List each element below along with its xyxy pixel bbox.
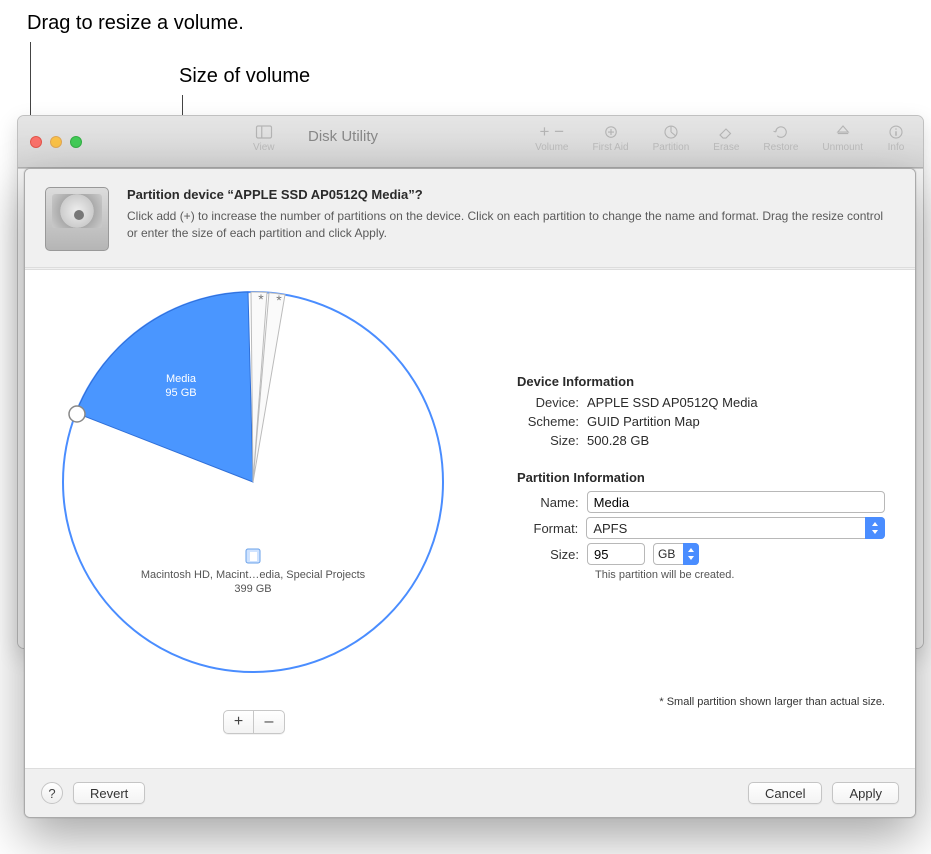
slice-label-main-size: 399 GB	[234, 583, 271, 595]
annotation-size: Size of volume	[179, 65, 310, 88]
small-partition-footnote: * Small partition shown larger than actu…	[659, 696, 885, 708]
slice-label-name: Media	[166, 373, 197, 385]
window-traffic-lights[interactable]	[30, 136, 82, 148]
annotation-resize: Drag to resize a volume.	[27, 12, 244, 35]
chevron-updown-icon	[683, 543, 699, 565]
toolbar-view[interactable]: View	[253, 122, 275, 153]
toolbar-restore[interactable]: Restore	[763, 122, 798, 153]
info-icon	[887, 123, 905, 141]
slice-label-size: 95 GB	[165, 387, 196, 399]
window-close-button[interactable]	[30, 136, 42, 148]
sheet-title: Partition device “APPLE SSD AP0512Q Medi…	[127, 187, 887, 202]
apply-button[interactable]: Apply	[832, 782, 899, 804]
partition-info-header: Partition Information	[517, 470, 885, 485]
scheme-value: GUID Partition Map	[587, 414, 885, 429]
scheme-label: Scheme:	[517, 414, 587, 429]
toolbar-firstaid-label: First Aid	[592, 142, 628, 153]
size-unit-select[interactable]: GB	[653, 543, 699, 565]
toolbar-partition-label: Partition	[653, 142, 690, 153]
name-label: Name:	[517, 495, 587, 510]
toolbar-erase-label: Erase	[713, 142, 739, 153]
toolbar-volume-label: Volume	[535, 142, 568, 153]
toolbar-partition[interactable]: Partition	[653, 122, 690, 153]
partition-size-input[interactable]	[587, 543, 645, 565]
partition-sheet: Partition device “APPLE SSD AP0512Q Medi…	[24, 168, 916, 818]
format-select[interactable]: APFS	[586, 517, 885, 539]
toolbar-firstaid[interactable]: First Aid	[592, 122, 628, 153]
device-label: Device:	[517, 395, 587, 410]
harddrive-icon	[45, 187, 109, 251]
toolbar-restore-label: Restore	[763, 142, 798, 153]
small-partition-asterisk: *	[258, 291, 264, 307]
toolbar-erase[interactable]: Erase	[713, 122, 739, 153]
add-partition-button[interactable]: +	[224, 711, 254, 733]
piechart-icon	[662, 123, 680, 141]
toolbar-volume[interactable]: + − Volume	[535, 122, 568, 153]
window-zoom-button[interactable]	[70, 136, 82, 148]
revert-button[interactable]: Revert	[73, 782, 145, 804]
sheet-header: Partition device “APPLE SSD AP0512Q Medi…	[25, 169, 915, 268]
device-info-header: Device Information	[517, 374, 885, 389]
sheet-footer: ? Revert Cancel Apply	[25, 769, 915, 817]
eraser-icon	[717, 123, 735, 141]
window-minimize-button[interactable]	[50, 136, 62, 148]
chevron-updown-icon	[865, 517, 885, 539]
remove-partition-button[interactable]: –	[254, 711, 284, 733]
window-title: Disk Utility	[308, 128, 378, 145]
device-value: APPLE SSD AP0512Q Media	[587, 395, 885, 410]
resize-handle[interactable]	[69, 406, 85, 422]
sheet-description: Click add (+) to increase the number of …	[127, 208, 887, 242]
toolbar-unmount-label: Unmount	[822, 142, 863, 153]
toolbar-view-label: View	[253, 142, 275, 153]
slice-label-main-name: Macintosh HD, Macint…edia, Special Proje…	[141, 569, 366, 581]
toolbar-info[interactable]: Info	[887, 122, 905, 153]
partition-pie-chart[interactable]: * * Media 95 GB Macintosh HD, Macint…edi…	[53, 282, 453, 682]
format-select-value: APFS	[593, 521, 627, 536]
eject-icon	[834, 123, 852, 141]
toolbar-info-label: Info	[888, 142, 905, 153]
sheet-body: * * Media 95 GB Macintosh HD, Macint…edi…	[25, 269, 915, 769]
partition-status-note: This partition will be created.	[595, 569, 885, 581]
restore-icon	[772, 123, 790, 141]
partition-name-input[interactable]	[587, 491, 885, 513]
format-label: Format:	[517, 521, 586, 536]
stethoscope-icon	[602, 123, 620, 141]
add-remove-segmented: + –	[223, 710, 285, 734]
window-titlebar: View Disk Utility + − Volume First Aid P…	[18, 116, 923, 168]
size-label: Size:	[517, 547, 587, 562]
devsize-label: Size:	[517, 433, 587, 448]
toolbar-unmount[interactable]: Unmount	[822, 122, 863, 153]
help-button[interactable]: ?	[41, 782, 63, 804]
sidebar-icon	[255, 123, 273, 141]
small-partition-asterisk: *	[276, 292, 282, 308]
size-unit-value: GB	[658, 547, 675, 561]
devsize-value: 500.28 GB	[587, 433, 885, 448]
cancel-button[interactable]: Cancel	[748, 782, 822, 804]
